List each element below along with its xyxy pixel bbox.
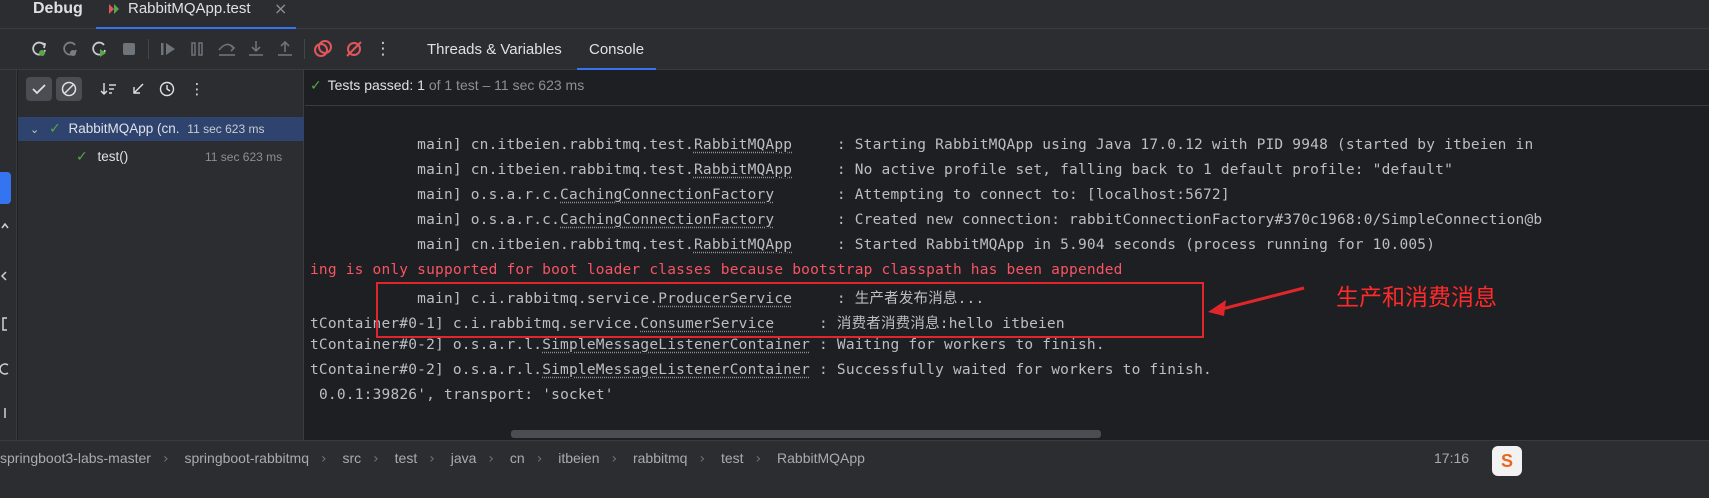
caret-position[interactable]: 17:16 [1434, 450, 1469, 466]
test-run-icon [109, 4, 119, 14]
horizontal-scrollbar[interactable] [511, 430, 1101, 438]
show-ignored-icon[interactable] [56, 77, 82, 101]
stop-icon[interactable] [118, 38, 140, 60]
more-options-icon[interactable]: ⋮ [184, 77, 210, 101]
test-class-label: RabbitMQApp (cn. [68, 121, 180, 136]
class-link[interactable]: RabbitMQApp [694, 237, 792, 253]
rerun-failed-icon[interactable] [59, 38, 81, 60]
breadcrumb-item[interactable]: cn [510, 450, 525, 466]
breadcrumb: springboot3-labs-master › springboot-rabb… [0, 450, 865, 467]
breadcrumb-item[interactable]: test [721, 450, 744, 466]
run-tab-label: RabbitMQApp.test [128, 0, 251, 17]
mute-breakpoints-icon[interactable] [343, 38, 365, 60]
status-bar: springboot3-labs-master › springboot-rabb… [0, 440, 1709, 498]
tab-threads-variables[interactable]: Threads & Variables [427, 29, 562, 70]
log-line: main] o.s.a.r.c.CachingConnectionFactory… [310, 212, 1543, 228]
breadcrumb-item[interactable]: java [451, 450, 477, 466]
toolbar-divider [304, 39, 305, 59]
highlight-box [376, 282, 1204, 338]
class-link[interactable]: CachingConnectionFactory [560, 187, 774, 203]
history-icon[interactable] [154, 77, 180, 101]
restart-icon[interactable] [88, 38, 110, 60]
breadcrumb-item[interactable]: springboot3-labs-master [0, 450, 151, 466]
breadcrumb-item[interactable]: itbeien [558, 450, 599, 466]
breadcrumb-item[interactable]: test [395, 450, 418, 466]
class-link[interactable]: RabbitMQApp [694, 162, 792, 178]
rail-active-indicator[interactable] [0, 172, 11, 204]
test-tree-child[interactable]: ✓ test() 11 sec 623 ms [76, 145, 304, 169]
test-results-panel: ⋮ ⌄ ✓ RabbitMQApp (cn. 11 sec 623 ms ✓ t… [18, 70, 304, 440]
annotation-arrow [1208, 286, 1305, 316]
sort-icon[interactable] [96, 77, 122, 101]
annotation-label: 生产和消费消息 [1336, 285, 1497, 311]
more-icon[interactable]: ⋮ [372, 38, 394, 60]
step-over-icon[interactable] [216, 38, 238, 60]
breadcrumb-item[interactable]: RabbitMQApp [777, 450, 865, 466]
rerun-icon[interactable] [28, 38, 50, 60]
log-line-warning: ing is only supported for boot loader cl… [310, 262, 1123, 278]
rail-code-icon[interactable] [0, 270, 12, 292]
test-tree-toolbar: ⋮ [18, 70, 304, 108]
chevron-down-icon[interactable]: ⌄ [30, 123, 39, 136]
rail-line-icon[interactable] [0, 406, 12, 428]
rail-circle-icon[interactable] [0, 362, 12, 384]
breadcrumb-item[interactable]: rabbitmq [633, 450, 687, 466]
collapse-all-icon[interactable] [125, 77, 151, 101]
passed-check-icon: ✓ [76, 149, 88, 165]
resume-icon[interactable] [157, 38, 179, 60]
log-line: tContainer#0-2] o.s.a.r.l.SimpleMessageL… [310, 362, 1212, 378]
input-method-icon[interactable]: S [1492, 446, 1522, 476]
pause-icon[interactable] [186, 38, 208, 60]
test-method-label: test() [97, 149, 129, 164]
test-status-line: ✓ Tests passed: 1 of 1 test – 11 sec 623… [305, 70, 1709, 106]
tool-window-title: Debug [33, 0, 83, 17]
breadcrumb-item[interactable]: springboot-rabbitmq [184, 450, 309, 466]
step-out-icon[interactable] [274, 38, 296, 60]
rail-chevron-icon[interactable] [0, 220, 12, 242]
view-breakpoints-icon[interactable] [312, 38, 334, 60]
tab-console[interactable]: Console [577, 29, 657, 70]
passed-check-icon: ✓ [310, 78, 322, 94]
passed-check-icon: ✓ [48, 121, 61, 137]
console-output[interactable]: main] cn.itbeien.rabbitmq.test.RabbitMQA… [305, 107, 1709, 440]
run-configuration-tab[interactable]: RabbitMQApp.test × [96, 0, 296, 29]
debug-tool-window-header: Debug RabbitMQApp.test × [0, 0, 1709, 29]
log-line: main] o.s.a.r.c.CachingConnectionFactory… [310, 187, 1230, 203]
rail-bracket-icon[interactable] [0, 316, 12, 338]
class-link[interactable]: SimpleMessageListenerContainer [542, 337, 810, 353]
debug-toolbar: ⋮ Threads & Variables Console [0, 29, 1709, 70]
tests-passed-label: Tests passed: [327, 77, 414, 93]
show-passed-icon[interactable] [26, 77, 52, 101]
class-link[interactable]: RabbitMQApp [694, 137, 792, 153]
close-tab-icon[interactable]: × [274, 0, 287, 18]
log-line: main] cn.itbeien.rabbitmq.test.RabbitMQA… [310, 162, 1454, 178]
test-tree-root[interactable]: ⌄ ✓ RabbitMQApp (cn. 11 sec 623 ms [18, 117, 304, 141]
test-duration: 11 sec 623 ms [187, 122, 265, 136]
class-link[interactable]: SimpleMessageListenerContainer [542, 362, 810, 378]
tests-passed-detail: of 1 test – 11 sec 623 ms [428, 77, 585, 93]
log-line: 0.0.1:39826', transport: 'socket' [319, 387, 614, 403]
toolbar-divider [148, 39, 149, 59]
tests-passed-count: 1 [417, 77, 425, 93]
log-line: main] cn.itbeien.rabbitmq.test.RabbitMQA… [310, 137, 1534, 153]
test-duration: 11 sec 623 ms [205, 150, 283, 164]
class-link[interactable]: CachingConnectionFactory [560, 212, 774, 228]
log-line: tContainer#0-2] o.s.a.r.l.SimpleMessageL… [310, 337, 1105, 353]
tool-window-rail [0, 70, 17, 440]
step-into-icon[interactable] [245, 38, 267, 60]
breadcrumb-item[interactable]: src [342, 450, 361, 466]
log-line: main] cn.itbeien.rabbitmq.test.RabbitMQA… [310, 237, 1436, 253]
